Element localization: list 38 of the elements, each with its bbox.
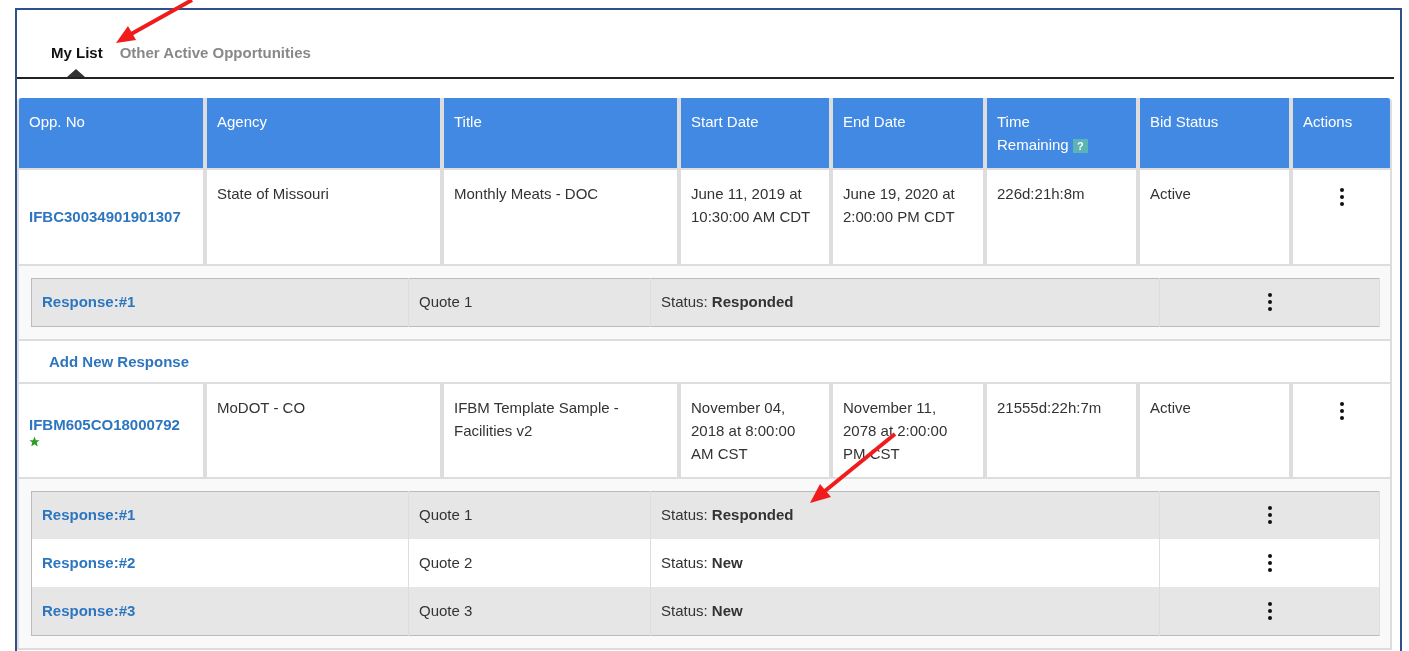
column-header: Agency [205,97,442,170]
more-options-icon[interactable] [1267,506,1272,525]
table-cell: 21555d:22h:7m [985,383,1138,479]
more-options-icon[interactable] [1339,401,1344,420]
more-options-icon[interactable] [1267,293,1272,311]
table-cell: Active [1138,169,1291,266]
more-options-icon[interactable] [1267,554,1272,572]
opportunity-link[interactable]: IFBM605CO18000792 [29,416,180,433]
column-header: Opp. No [17,97,205,170]
column-header: Bid Status [1138,97,1291,170]
table-cell: Active [1138,383,1291,479]
table-cell: IFBM Template Sample - Facilities v2 [442,383,679,479]
table-cell: MoDOT - CO [205,383,442,479]
table-cell: Quote 3 [408,587,651,635]
status-text: Status: Responded [650,278,1160,326]
column-header: Actions [1291,97,1392,170]
response-link[interactable]: Response:#1 [42,292,136,310]
column-header: Title [442,97,679,170]
help-icon[interactable]: ? [1072,138,1088,153]
more-options-icon[interactable] [1339,187,1344,206]
response-link[interactable]: Response:#3 [42,601,136,619]
table-cell: November 04, 2018 at 8:00:00 AM CST [679,383,831,479]
table-cell: State of Missouri [205,169,442,266]
add-response-link[interactable]: Add New Response [49,352,190,370]
column-header: Start Date [679,97,831,170]
more-options-icon[interactable] [1267,601,1272,620]
tab[interactable]: Other Active Opportunities [119,38,328,77]
table-cell: Monthly Meats - DOC [442,169,679,266]
column-header: End Date [831,97,985,170]
table-cell: June 19, 2020 at 2:00:00 PM CDT [831,169,985,266]
opportunity-link[interactable]: IFBC30034901901307 [29,208,181,225]
response-link[interactable]: Response:#1 [42,506,136,523]
table-cell: June 11, 2019 at 10:30:00 AM CDT [679,169,831,266]
table-cell: Quote 1 [408,278,651,326]
response-link[interactable]: Response:#2 [42,553,136,571]
table-cell: 226d:21h:8m [985,169,1138,266]
status-text: Status: New [650,587,1160,635]
column-header-text: Time Remaining [997,112,1069,153]
